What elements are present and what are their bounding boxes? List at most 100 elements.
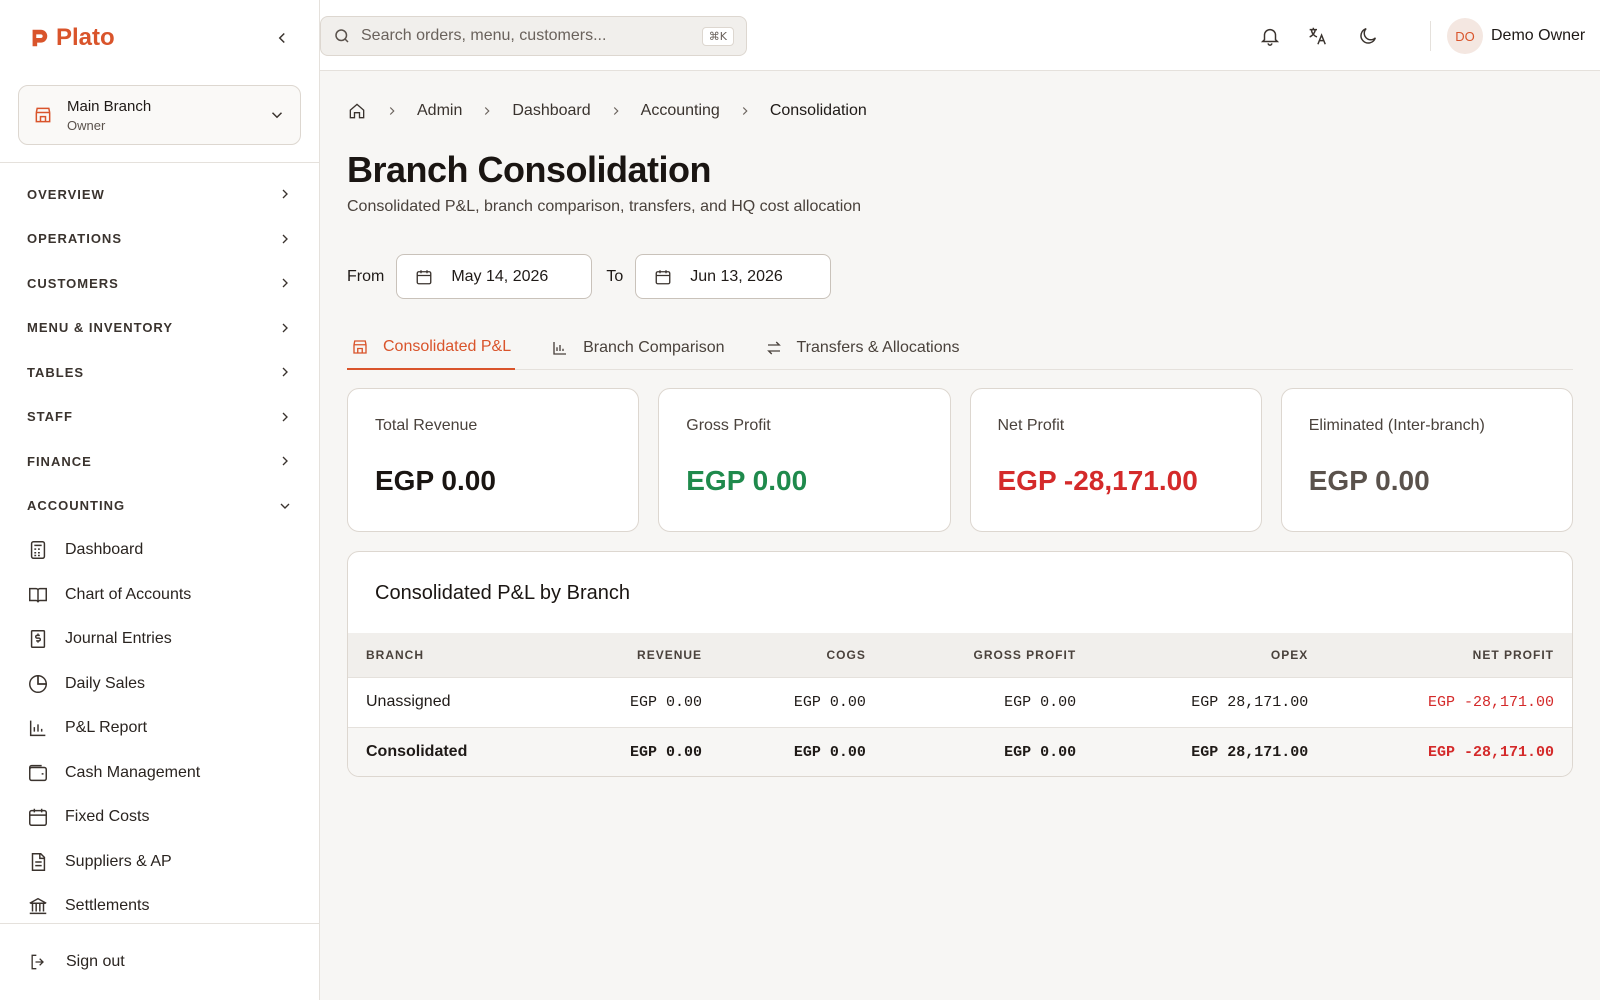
sign-out-button[interactable]: Sign out: [0, 940, 320, 984]
tab-bar: Consolidated P&L Branch Comparison Trans…: [347, 326, 1573, 370]
tab-transfers-allocations[interactable]: Transfers & Allocations: [761, 326, 964, 370]
calendar-icon: [655, 269, 671, 284]
col-gross-profit: GROSS PROFIT: [973, 647, 1077, 662]
translate-icon: [1309, 27, 1326, 45]
home-icon[interactable]: [347, 101, 367, 121]
chevron-right-icon: [613, 107, 619, 115]
table-total-row: Consolidated EGP 0.00 EGP 0.00 EGP 0.00 …: [348, 727, 1572, 776]
sidebar-divider: [0, 923, 320, 924]
col-opex: OPEX: [1270, 647, 1309, 662]
bar-chart-icon: [553, 342, 567, 355]
chevron-down-icon: [280, 503, 290, 509]
to-label: To: [606, 267, 624, 285]
card-eliminated: Eliminated (Inter-branch) EGP 0.00: [1280, 388, 1573, 532]
calendar-icon: [29, 809, 47, 827]
nav-item-pl-report[interactable]: P&L Report: [0, 706, 320, 751]
nav-section-finance[interactable]: FINANCE: [0, 439, 320, 484]
table-row: Unassigned EGP 0.00 EGP 0.00 EGP 0.00 EG…: [348, 677, 1572, 727]
summary-cards: Total Revenue EGP 0.00 Gross Profit EGP …: [347, 388, 1573, 532]
chevron-right-icon: [742, 107, 748, 115]
nav-section-overview[interactable]: OVERVIEW: [0, 172, 320, 217]
card-value: EGP -28,171.00: [997, 465, 1198, 496]
collapse-sidebar-button[interactable]: [270, 26, 294, 50]
theme-toggle-button[interactable]: [1355, 23, 1381, 49]
nav-section-staff[interactable]: STAFF: [0, 395, 320, 440]
from-label: From: [347, 267, 385, 285]
col-branch: BRANCH: [366, 647, 424, 662]
nav-section-menu-inventory[interactable]: MENU & INVENTORY: [0, 306, 320, 351]
card-total-revenue: Total Revenue EGP 0.00: [347, 388, 640, 532]
chevron-right-icon: [282, 456, 288, 466]
chevron-right-icon: [389, 107, 395, 115]
top-bar: ⌘K DO Demo Owner: [320, 0, 1600, 71]
nav-item-suppliers-ap[interactable]: Suppliers & AP: [0, 840, 320, 885]
to-date-picker[interactable]: Jun 13, 2026: [635, 254, 832, 299]
col-cogs: COGS: [826, 647, 866, 662]
breadcrumb-accounting[interactable]: Accounting: [641, 102, 720, 120]
pl-table: BRANCH REVENUE COGS GROSS PROFIT OPEX NE…: [348, 633, 1572, 776]
nav-item-fixed-costs[interactable]: Fixed Costs: [0, 795, 320, 840]
nav-section-operations[interactable]: OPERATIONS: [0, 217, 320, 262]
search-icon: [335, 29, 349, 43]
date-range: From May 14, 2026 To Jun 13, 2026: [347, 254, 845, 299]
bell-icon: [1260, 28, 1280, 46]
branch-selector[interactable]: Main Branch Owner: [18, 85, 301, 145]
branch-role: Owner: [67, 117, 106, 133]
nav-section-tables[interactable]: TABLES: [0, 350, 320, 395]
user-name: Demo Owner: [1491, 27, 1586, 44]
chevron-left-icon: [278, 32, 285, 44]
from-date-picker[interactable]: May 14, 2026: [396, 254, 593, 299]
chevron-right-icon: [282, 189, 288, 199]
arrows-left-right-icon: [766, 341, 781, 355]
branch-name: Main Branch: [67, 97, 152, 115]
calculator-icon: [30, 541, 46, 560]
user-menu[interactable]: DO Demo Owner: [1447, 18, 1585, 54]
table-header-row: BRANCH REVENUE COGS GROSS PROFIT OPEX NE…: [348, 633, 1572, 677]
card-net-profit: Net Profit EGP -28,171.00: [969, 388, 1262, 532]
nav-section-accounting[interactable]: ACCOUNTING: [0, 484, 320, 529]
pie-chart-icon: [29, 674, 47, 693]
store-icon: [353, 340, 367, 354]
sidebar-divider: [0, 162, 320, 163]
nav-item-dashboard[interactable]: Dashboard: [0, 528, 320, 573]
nav-item-cash-management[interactable]: Cash Management: [0, 751, 320, 796]
search-shortcut: ⌘K: [701, 26, 734, 46]
sidebar: Plato Main Branch Owner OVERVIEW OPERATI…: [0, 0, 320, 1000]
search-input[interactable]: [361, 27, 702, 45]
nav-item-daily-sales[interactable]: Daily Sales: [0, 662, 320, 707]
col-net-profit: NET PROFIT: [1472, 647, 1554, 662]
bar-chart-icon: [29, 720, 46, 737]
chevron-right-icon: [282, 234, 288, 244]
notifications-button[interactable]: [1257, 23, 1283, 49]
chevron-right-icon: [485, 107, 490, 115]
document-icon: [31, 852, 46, 871]
tab-consolidated-pl[interactable]: Consolidated P&L: [347, 326, 516, 370]
chevron-right-icon: [282, 278, 288, 288]
table-title: Consolidated P&L by Branch: [375, 582, 630, 604]
sidebar-nav: OVERVIEW OPERATIONS CUSTOMERS MENU & INV…: [0, 172, 320, 929]
app-name: Plato: [56, 24, 115, 51]
app-logo[interactable]: Plato: [28, 24, 115, 52]
topbar-divider: [1430, 21, 1431, 51]
breadcrumb-admin[interactable]: Admin: [417, 102, 462, 120]
nav-item-chart-of-accounts[interactable]: Chart of Accounts: [0, 573, 320, 618]
page-subtitle: Consolidated P&L, branch comparison, tra…: [347, 198, 862, 215]
card-gross-profit: Gross Profit EGP 0.00: [658, 388, 951, 532]
nav-section-customers[interactable]: CUSTOMERS: [0, 261, 320, 306]
page-title: Branch Consolidation: [347, 149, 712, 190]
language-button[interactable]: [1304, 23, 1330, 49]
card-value: EGP 0.00: [375, 465, 496, 496]
nav-item-settlements[interactable]: Settlements: [0, 884, 320, 929]
avatar: DO: [1447, 18, 1483, 54]
sign-out-icon: [31, 954, 44, 970]
chevron-right-icon: [282, 412, 288, 422]
nav-item-journal-entries[interactable]: Journal Entries: [0, 617, 320, 662]
tab-branch-comparison[interactable]: Branch Comparison: [547, 326, 728, 370]
book-icon: [29, 587, 47, 603]
card-value: EGP 0.00: [1308, 465, 1430, 496]
col-revenue: REVENUE: [637, 647, 703, 662]
breadcrumb-current: Consolidation: [769, 102, 867, 119]
search-box[interactable]: ⌘K: [320, 16, 747, 56]
pl-table-card: Consolidated P&L by Branch BRANCH REVENU…: [347, 551, 1573, 777]
breadcrumb-dashboard[interactable]: Dashboard: [512, 102, 590, 120]
